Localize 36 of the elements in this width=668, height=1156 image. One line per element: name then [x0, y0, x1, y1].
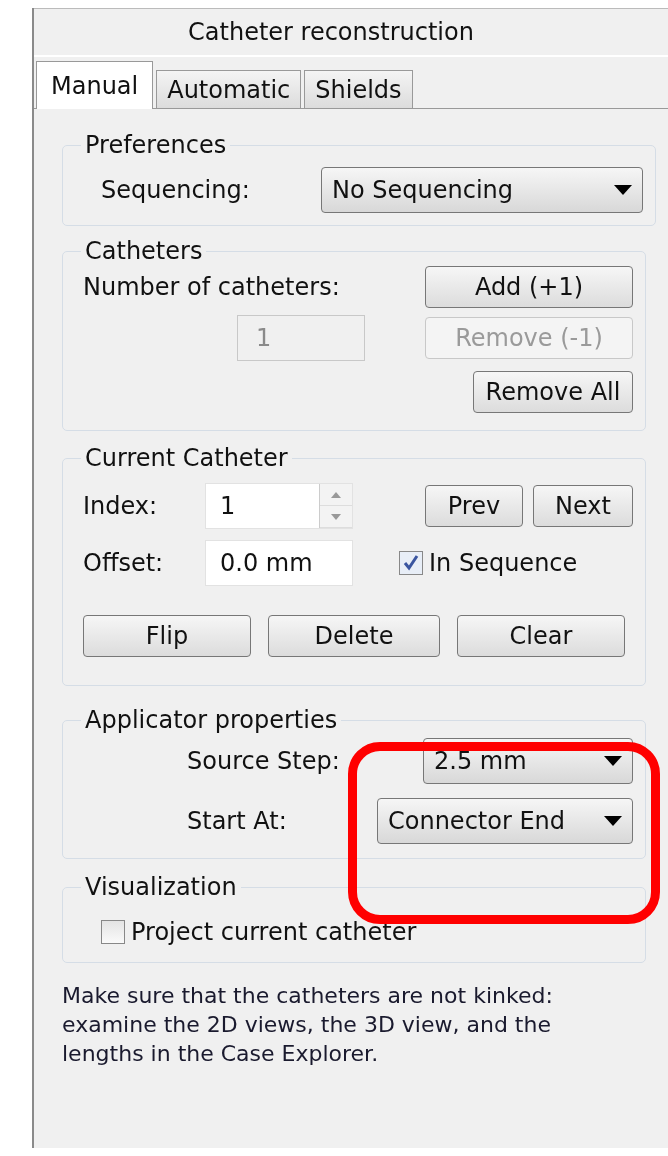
help-text: Make sure that the catheters are not kinked: examine the 2D views, the 3D view, and the lengths in the Case Explorer. — [62, 982, 554, 1068]
dropdown-caret-icon — [604, 816, 622, 826]
dropdown-caret-icon — [604, 756, 622, 766]
group-title: Preferences — [84, 131, 228, 160]
dropdown-caret-icon — [614, 185, 632, 195]
sequencing-dropdown[interactable]: No Sequencing — [321, 167, 643, 213]
field-label: Index: — [83, 492, 159, 520]
group-title: Visualization — [84, 873, 238, 902]
checkbox-label: In Sequence — [429, 549, 578, 577]
project-checkbox[interactable] — [101, 920, 125, 944]
group-title: Applicator properties — [84, 706, 339, 735]
action-button[interactable]: Delete — [268, 615, 440, 657]
add-button[interactable]: Add (+1) — [425, 266, 633, 308]
field-label: Source Step: — [186, 747, 340, 775]
field-label: Sequencing: — [100, 176, 251, 204]
group-title: Current Catheter — [84, 444, 289, 473]
tab[interactable]: Automatic — [156, 70, 302, 108]
group-title: Catheters — [84, 237, 204, 266]
prev-button[interactable]: Prev — [425, 485, 523, 527]
checkbox-label: Project current catheter — [131, 918, 417, 946]
spin-up-icon[interactable] — [331, 491, 341, 498]
field-label: Number of catheters: — [83, 273, 340, 301]
action-button[interactable]: Flip — [83, 615, 251, 657]
start-at-dropdown[interactable]: Connector End — [377, 798, 633, 844]
field-label: Start At: — [186, 807, 287, 835]
remove-all-button[interactable]: Remove All — [473, 371, 633, 413]
tab[interactable]: Shields — [304, 70, 413, 108]
panel-title: Catheter reconstruction — [188, 18, 474, 46]
field-label: Offset: — [83, 549, 165, 577]
spin-down-icon[interactable] — [331, 513, 341, 520]
tab[interactable]: Manual — [36, 61, 154, 109]
index-spin-field[interactable]: 1 — [205, 483, 353, 529]
action-button[interactable]: Clear — [457, 615, 625, 657]
in-sequence-checkbox[interactable] — [399, 551, 423, 575]
next-button[interactable]: Next — [533, 485, 633, 527]
offset-field[interactable]: 0.0 mm — [205, 540, 353, 586]
